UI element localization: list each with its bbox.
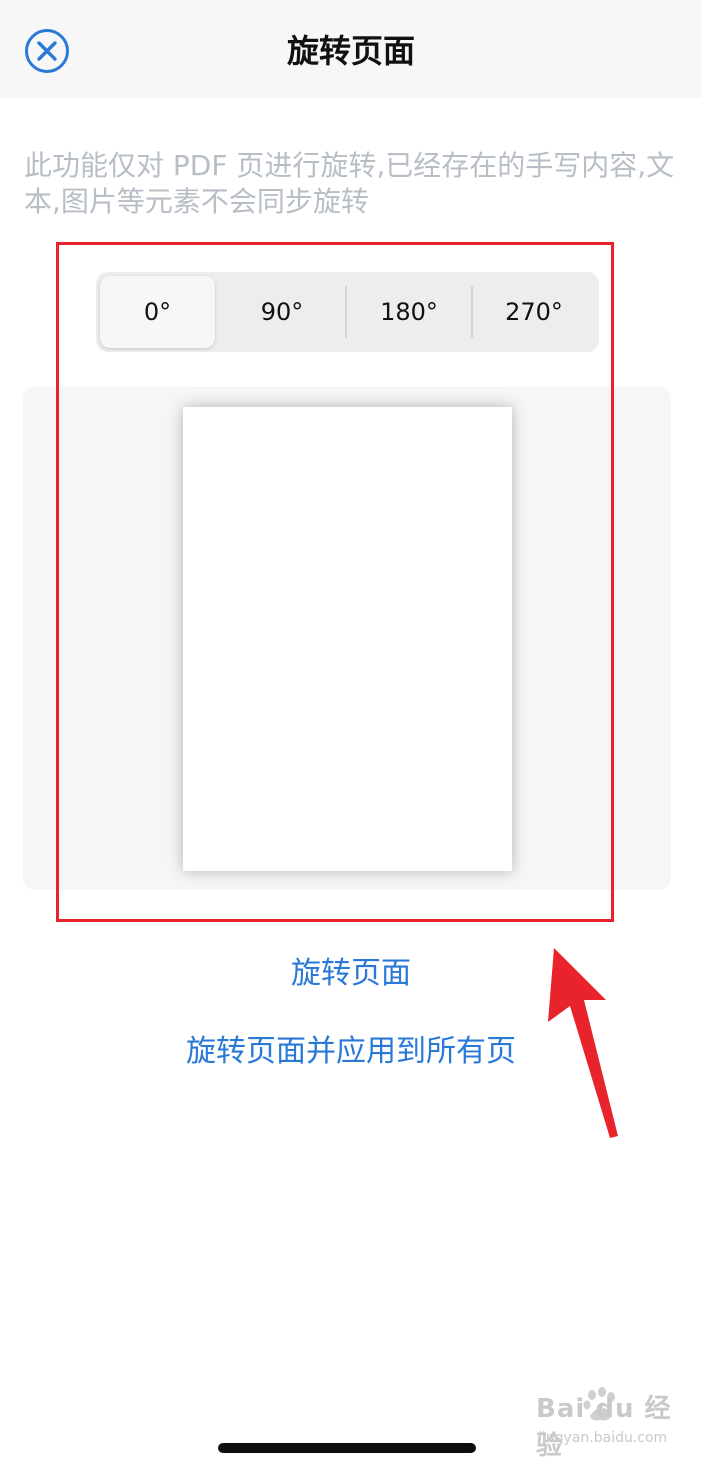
- navigation-bar: 旋转页面: [0, 0, 702, 98]
- baidu-watermark: Bai du 经验 jingyan.baidu.com: [536, 1387, 676, 1461]
- annotation-highlight-box: [56, 242, 614, 922]
- annotation-arrow-icon: [548, 948, 618, 1138]
- page-title: 旋转页面: [286, 32, 415, 70]
- watermark-url: jingyan.baidu.com: [538, 1430, 668, 1446]
- home-indicator[interactable]: [218, 1443, 476, 1453]
- watermark-text: Bai du 经验: [536, 1394, 672, 1461]
- rotation-description: 此功能仅对 PDF 页进行旋转,已经存在的手写内容,文本,图片等元素不会同步旋转: [24, 149, 675, 218]
